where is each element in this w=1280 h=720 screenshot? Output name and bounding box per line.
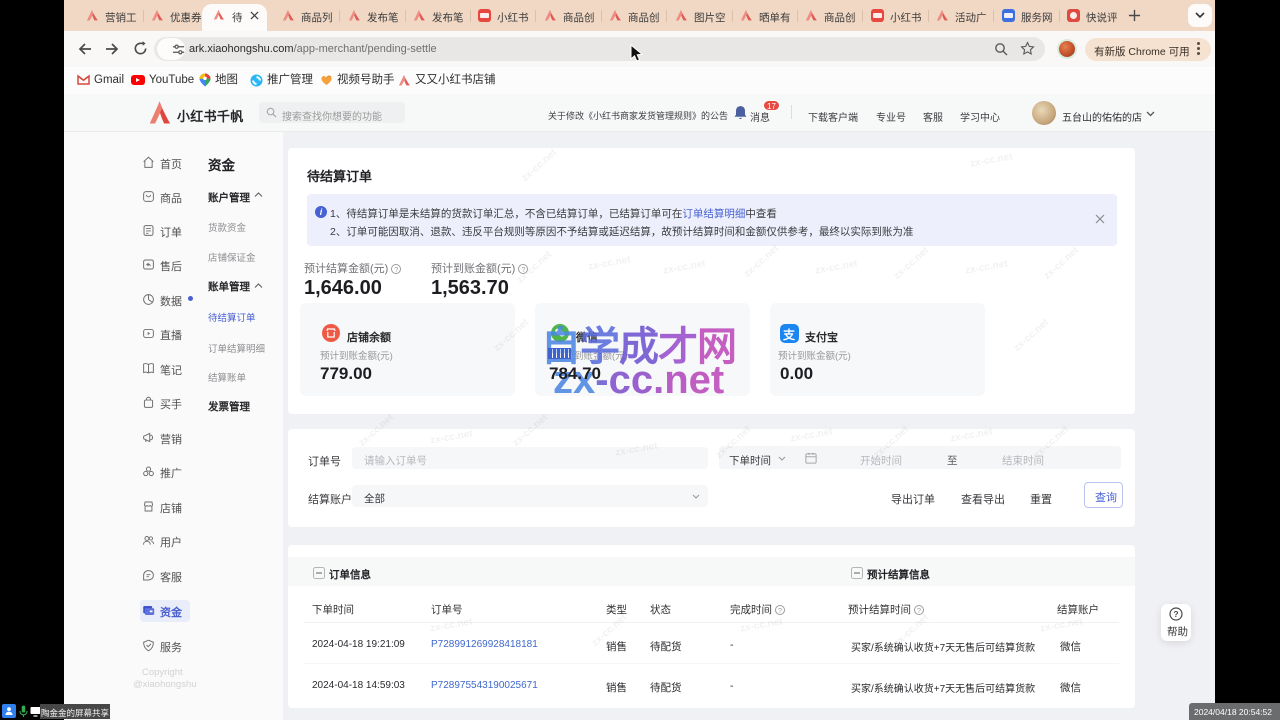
svg-text:?: ? — [1173, 609, 1178, 619]
